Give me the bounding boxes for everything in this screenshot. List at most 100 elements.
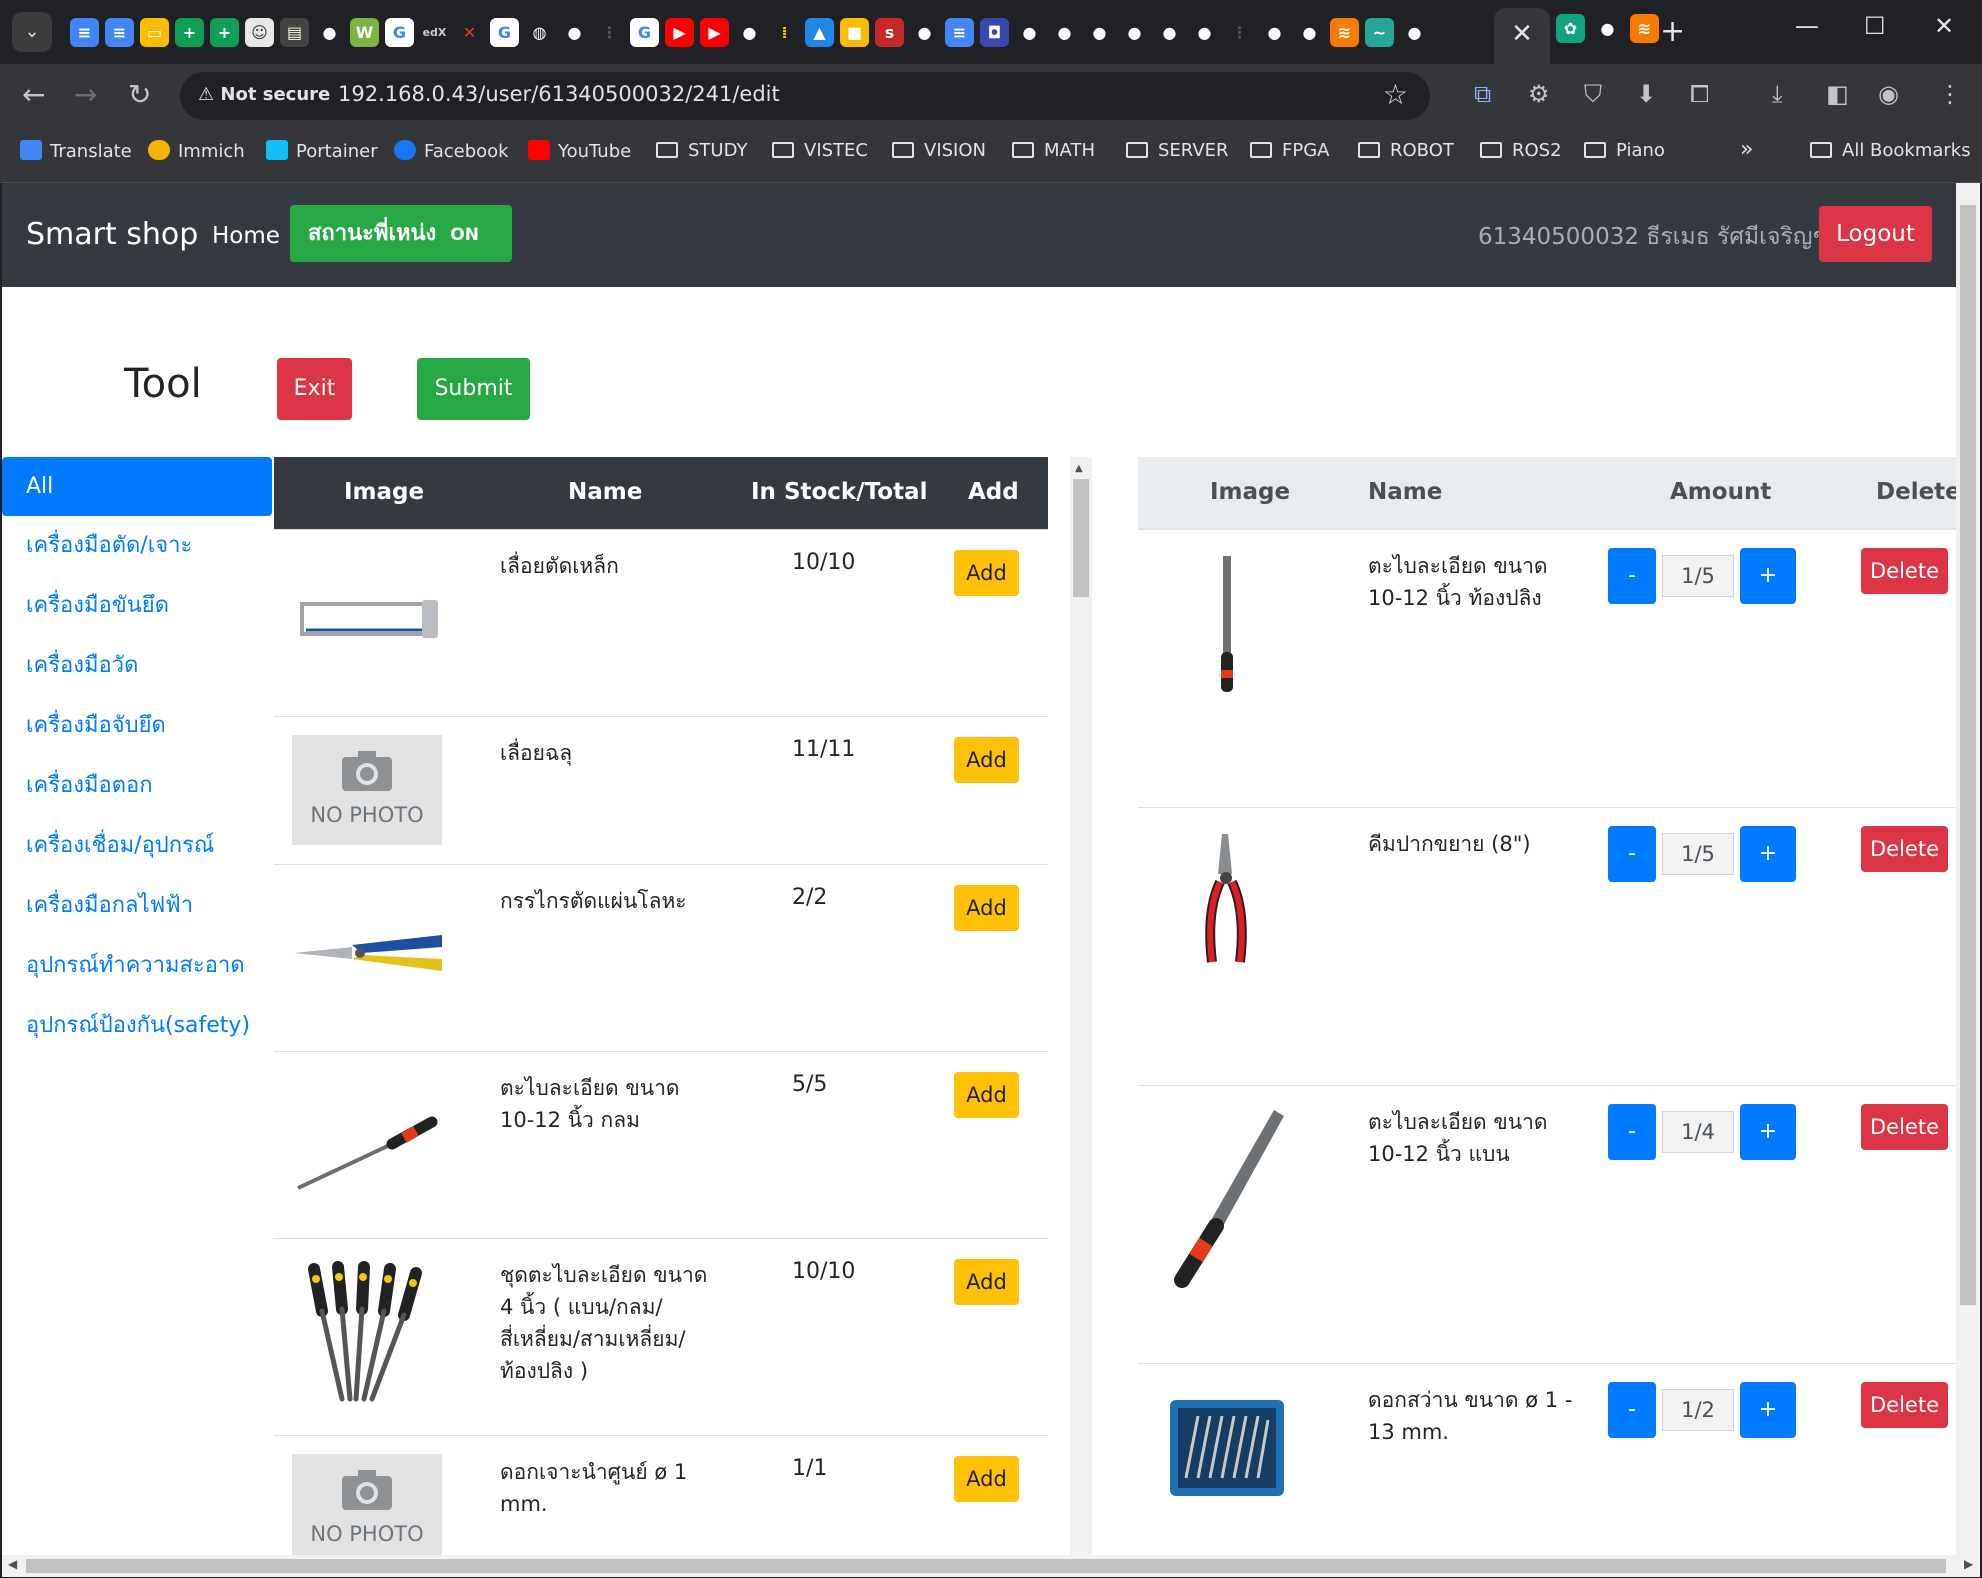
tab-icon[interactable]: ▤: [280, 17, 309, 47]
side-panel-icon[interactable]: ◧: [1826, 80, 1849, 108]
bookmark-folder-math[interactable]: MATH: [1012, 140, 1095, 161]
bookmark-folder-vistec[interactable]: VISTEC: [772, 140, 868, 161]
google-tab-icon[interactable]: G: [630, 17, 659, 47]
bookmark-facebook[interactable]: Facebook: [394, 140, 509, 162]
close-window-icon[interactable]: ✕: [1934, 12, 1954, 40]
add-button[interactable]: Add: [954, 1456, 1019, 1502]
browser-menu-icon[interactable]: ⋮: [1938, 80, 1962, 108]
forward-icon[interactable]: →: [74, 78, 97, 111]
amount-field[interactable]: 1/2: [1662, 1389, 1734, 1431]
bookmark-folder-robot[interactable]: ROBOT: [1358, 140, 1454, 161]
tab-icon[interactable]: ▲: [805, 17, 834, 47]
docs-tab-icon[interactable]: ≡: [105, 17, 134, 47]
youtube-tab-icon[interactable]: ▶: [665, 17, 694, 47]
bookmark-folder-study[interactable]: STUDY: [656, 140, 747, 161]
add-button[interactable]: Add: [954, 1072, 1019, 1118]
page-horizontal-scrollbar[interactable]: ◀ ▶: [2, 1555, 1980, 1577]
category-item[interactable]: อุปกรณ์ทำความสะอาด: [2, 936, 272, 996]
sheets-tab-icon[interactable]: +: [175, 17, 204, 47]
tab-icon[interactable]: W: [350, 17, 379, 47]
bookmark-folder-server[interactable]: SERVER: [1126, 140, 1229, 161]
keep-tab-icon[interactable]: ■: [840, 17, 869, 47]
github-tab-icon[interactable]: ●: [560, 17, 589, 47]
x-tab-icon[interactable]: ✕: [455, 17, 484, 47]
increase-button[interactable]: +: [1740, 548, 1796, 604]
category-all[interactable]: All: [2, 457, 272, 516]
github-tab-icon[interactable]: ●: [315, 17, 344, 47]
stackoverflow-tab-icon[interactable]: ≋: [1330, 17, 1359, 47]
category-item[interactable]: เครื่องมือจับยึด: [2, 696, 272, 756]
back-icon[interactable]: ←: [22, 78, 45, 111]
submit-button[interactable]: Submit: [417, 358, 530, 420]
category-item[interactable]: เครื่องมือตัด/เจาะ: [2, 516, 272, 576]
decrease-button[interactable]: -: [1608, 1104, 1656, 1160]
decrease-button[interactable]: -: [1608, 548, 1656, 604]
increase-button[interactable]: +: [1740, 826, 1796, 882]
downloads-icon[interactable]: ⤓: [1772, 80, 1783, 108]
minimize-icon[interactable]: —: [1795, 12, 1819, 40]
slides-tab-icon[interactable]: ▭: [140, 17, 169, 47]
docs-tab-icon[interactable]: ≡: [945, 17, 974, 47]
bookmark-folder-vision[interactable]: VISION: [892, 140, 986, 161]
tab-icon[interactable]: ⁞: [770, 17, 799, 47]
bookmark-folder-ros2[interactable]: ROS2: [1480, 140, 1562, 161]
category-item[interactable]: เครื่องมือกลไฟฟ้า: [2, 876, 272, 936]
github-tab-icon[interactable]: ●: [1155, 17, 1184, 47]
scroll-up-icon[interactable]: ▲: [1075, 463, 1083, 474]
increase-button[interactable]: +: [1740, 1382, 1796, 1438]
extensions-puzzle-icon[interactable]: ⧠: [1690, 80, 1709, 108]
add-button[interactable]: Add: [954, 1259, 1019, 1305]
url-text[interactable]: 192.168.0.43/user/61340500032/241/edit: [338, 82, 780, 106]
add-button[interactable]: Add: [954, 550, 1019, 596]
new-tab-icon[interactable]: +: [1660, 14, 1685, 49]
delete-button[interactable]: Delete: [1861, 1104, 1948, 1150]
google-tab-icon[interactable]: G: [385, 17, 414, 47]
bookmark-youtube[interactable]: YouTube: [528, 140, 631, 162]
amount-field[interactable]: 1/4: [1662, 1111, 1734, 1153]
translate-extension-icon[interactable]: ⧉: [1474, 80, 1491, 108]
scrollbar-thumb[interactable]: [1960, 205, 1976, 1305]
tab-icon[interactable]: ~: [1365, 17, 1394, 47]
google-tab-icon[interactable]: G: [490, 17, 519, 47]
delete-button[interactable]: Delete: [1861, 826, 1948, 872]
github-tab-icon[interactable]: ●: [1190, 17, 1219, 47]
profile-avatar[interactable]: ◉: [1878, 80, 1899, 108]
scroll-right-icon[interactable]: ▶: [1964, 1557, 1973, 1571]
tab-icon[interactable]: ⋮: [1225, 17, 1254, 47]
tab-icon[interactable]: s: [875, 17, 904, 47]
page-vertical-scrollbar[interactable]: [1956, 183, 1980, 1555]
delete-button[interactable]: Delete: [1861, 1382, 1948, 1428]
github-tab-icon[interactable]: ●: [1260, 17, 1289, 47]
globe-tab-icon[interactable]: ◍: [525, 17, 554, 47]
github-tab-icon[interactable]: ●: [1015, 17, 1044, 47]
github-tab-icon[interactable]: ●: [1400, 17, 1429, 47]
chatgpt-tab-icon[interactable]: ✿: [1556, 14, 1585, 43]
github-tab-icon[interactable]: ●: [735, 17, 764, 47]
bookmark-portainer[interactable]: Portainer: [266, 140, 378, 162]
add-button[interactable]: Add: [954, 885, 1019, 931]
add-button[interactable]: Add: [954, 737, 1019, 783]
github-tab-icon[interactable]: ●: [1295, 17, 1324, 47]
github-tab-icon[interactable]: ●: [1120, 17, 1149, 47]
exit-button[interactable]: Exit: [277, 358, 352, 420]
bookmark-immich[interactable]: Immich: [148, 140, 245, 162]
github-tab-icon[interactable]: ●: [1085, 17, 1114, 47]
maximize-icon[interactable]: ☐: [1864, 12, 1886, 40]
github-tab-icon[interactable]: ●: [910, 17, 939, 47]
home-link[interactable]: Home: [212, 223, 280, 249]
scrollbar-thumb[interactable]: [1073, 479, 1089, 597]
ublock-icon[interactable]: ⛉: [1584, 80, 1602, 108]
bookmarks-overflow-icon[interactable]: »: [1740, 137, 1753, 162]
category-item[interactable]: เครื่องเชื่อม/อุปกรณ์: [2, 816, 272, 876]
youtube-tab-icon[interactable]: ▶: [700, 17, 729, 47]
github-tab-icon[interactable]: ●: [1050, 17, 1079, 47]
category-item[interactable]: อุปกรณ์ป้องกัน(safety): [2, 996, 272, 1056]
bookmark-star-icon[interactable]: ☆: [1383, 78, 1408, 111]
category-item[interactable]: เครื่องมือวัด: [2, 636, 272, 696]
category-item[interactable]: เครื่องมือตอก: [2, 756, 272, 816]
extension-icon[interactable]: ⚙: [1528, 80, 1550, 108]
tab-icon[interactable]: ◘: [980, 17, 1009, 47]
edx-tab-icon[interactable]: edX: [420, 17, 449, 47]
scrollbar-thumb[interactable]: [26, 1559, 1946, 1573]
delete-button[interactable]: Delete: [1861, 548, 1948, 594]
